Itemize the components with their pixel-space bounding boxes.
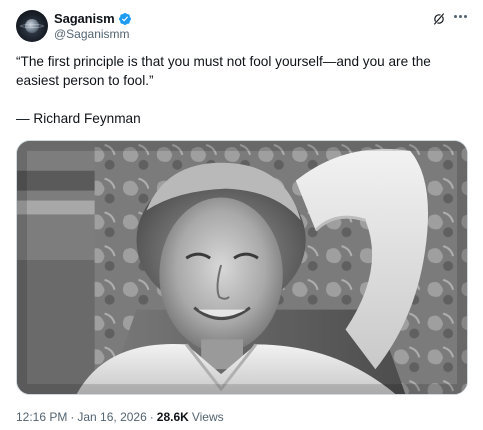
- author-handle[interactable]: @Saganismm: [54, 27, 130, 41]
- saturn-ring-shape: [20, 24, 44, 28]
- tweet-metadata: 12:16 PM · Jan 16, 2026 · 28.6K Views: [16, 410, 224, 424]
- tweet-attribution: — Richard Feynman: [16, 111, 141, 126]
- separator-dot: ·: [149, 410, 154, 424]
- verified-badge-icon: [118, 12, 131, 25]
- tweet-text-line-2: easiest person to fool.”: [16, 73, 154, 88]
- tweet-card[interactable]: Saganism @Saganismm “The first principle…: [0, 0, 483, 430]
- views-label: Views: [191, 410, 224, 424]
- separator-dot: ·: [70, 410, 75, 424]
- views-count[interactable]: 28.6K: [157, 410, 189, 424]
- tweet-text: “The first principle is that you must no…: [16, 52, 466, 128]
- tweet-text-line-1: “The first principle is that you must no…: [16, 54, 431, 69]
- tweet-time[interactable]: 12:16 PM: [16, 410, 67, 424]
- author-avatar[interactable]: [16, 10, 48, 42]
- more-options-icon[interactable]: [452, 9, 468, 23]
- portrait-photo-image: [17, 141, 467, 394]
- tweet-date[interactable]: Jan 16, 2026: [77, 410, 146, 424]
- author-display-name[interactable]: Saganism: [54, 11, 115, 26]
- tweet-photo[interactable]: [16, 140, 468, 395]
- grok-icon[interactable]: [432, 12, 446, 26]
- author-name-row: Saganism: [54, 11, 132, 26]
